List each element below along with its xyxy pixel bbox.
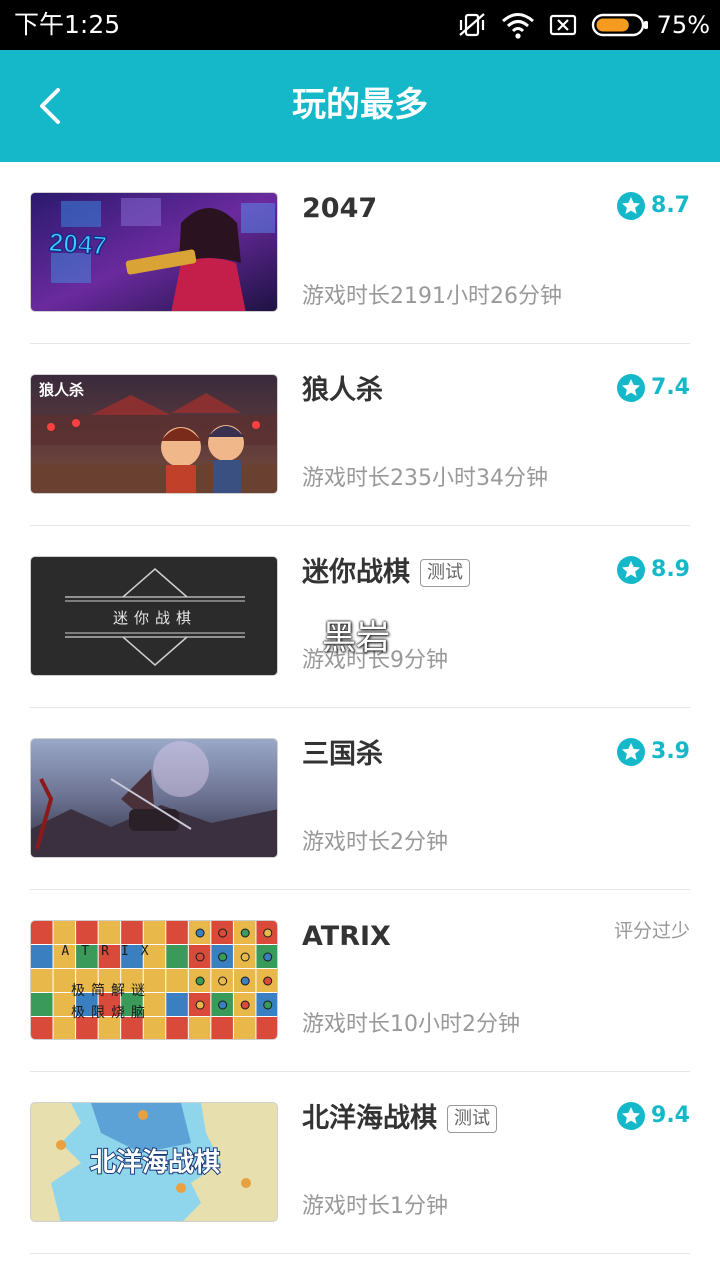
game-name: 北洋海战棋 测试 <box>302 1100 497 1138</box>
rating-value: 8.9 <box>651 557 690 582</box>
star-icon <box>617 1102 646 1130</box>
game-name-text: 迷你战棋 <box>302 557 410 588</box>
game-list-item[interactable]: 2047 2047 8.7 游戏时长2191小时26分钟 <box>0 162 720 344</box>
game-list-item[interactable]: ATRIX 极简解谜 极限烧脑 ATRIX 评分过少 游戏时长10小时2分钟 <box>0 890 720 1072</box>
play-time: 游戏时长2191小时26分钟 <box>302 284 562 309</box>
rating-value: 7.4 <box>651 375 690 400</box>
rating: 7.4 <box>617 372 690 404</box>
rating-value: 9.4 <box>651 1103 690 1128</box>
game-name-text: 三国杀 <box>302 739 383 770</box>
game-name-text: 北洋海战棋 <box>302 1103 437 1134</box>
rating: 8.9 <box>617 554 690 586</box>
sim-blocked-icon <box>549 13 577 37</box>
game-list-item[interactable]: 北洋海战棋 北洋海战棋 测试 9.4 游戏时长1分钟 <box>0 1072 720 1254</box>
star-icon <box>617 192 646 220</box>
status-icons: 75% <box>443 9 710 41</box>
game-name-text: 2047 <box>302 193 378 224</box>
game-name-text: 狼人杀 <box>302 375 383 406</box>
thumbnail-title: ATRIX <box>61 944 160 959</box>
game-name: 2047 <box>302 190 377 228</box>
divider <box>30 1253 690 1254</box>
vibrate-off-icon <box>457 11 487 39</box>
play-time: 游戏时长235小时34分钟 <box>302 466 548 491</box>
game-list-item[interactable]: 狼人杀 狼人杀 7.4 游戏时长235小时34分钟 <box>0 344 720 526</box>
battery-icon <box>591 12 649 38</box>
thumbnail-logo: 北洋海战棋 <box>90 1147 220 1178</box>
battery-percent: 75% <box>656 11 710 39</box>
game-name: 狼人杀 <box>302 372 383 410</box>
rating: 3.9 <box>617 736 690 768</box>
game-name: 迷你战棋 测试 <box>302 554 470 592</box>
star-icon <box>617 374 646 402</box>
game-list-item[interactable]: 三国杀 3.9 游戏时长2分钟 <box>0 708 720 890</box>
game-thumbnail: 北洋海战棋 <box>30 1102 278 1222</box>
rating-value: 3.9 <box>651 739 690 764</box>
test-tag: 测试 <box>447 1105 497 1133</box>
star-icon <box>617 556 646 584</box>
game-name: ATRIX <box>302 918 391 956</box>
game-thumbnail: 2047 <box>30 192 278 312</box>
game-list: 2047 2047 8.7 游戏时长2191小时26分钟 狼人杀 狼人杀 7.4… <box>0 162 720 1254</box>
thumbnail-logo: 2047 <box>48 227 108 261</box>
game-thumbnail: ATRIX 极简解谜 极限烧脑 <box>30 920 278 1040</box>
game-name-text: ATRIX <box>302 921 391 952</box>
star-icon <box>617 738 646 766</box>
rating-value: 8.7 <box>651 193 690 218</box>
watermark: 黑岩 <box>322 618 390 658</box>
status-time: 下午1:25 <box>14 10 121 39</box>
game-thumbnail <box>30 738 278 858</box>
game-thumbnail: 迷你战棋 <box>30 556 278 676</box>
game-thumbnail: 狼人杀 <box>30 374 278 494</box>
play-time: 游戏时长1分钟 <box>302 1194 448 1219</box>
play-time: 游戏时长2分钟 <box>302 830 448 855</box>
wifi-icon <box>501 11 535 39</box>
game-name: 三国杀 <box>302 736 383 774</box>
test-tag: 测试 <box>420 559 470 587</box>
thumbnail-logo: 狼人杀 <box>39 381 84 399</box>
rating: 9.4 <box>617 1100 690 1132</box>
rating: 8.7 <box>617 190 690 222</box>
status-bar: 下午1:25 75% <box>0 0 720 50</box>
thumbnail-logo: 迷你战棋 <box>113 609 197 627</box>
thumbnail-line: 极简解谜 <box>71 982 151 999</box>
app-bar: 玩的最多 <box>0 50 720 162</box>
play-time: 游戏时长10小时2分钟 <box>302 1012 520 1037</box>
page-title: 玩的最多 <box>292 85 428 125</box>
rating-note: 评分过少 <box>613 920 690 942</box>
thumbnail-line: 极限烧脑 <box>71 1005 151 1021</box>
